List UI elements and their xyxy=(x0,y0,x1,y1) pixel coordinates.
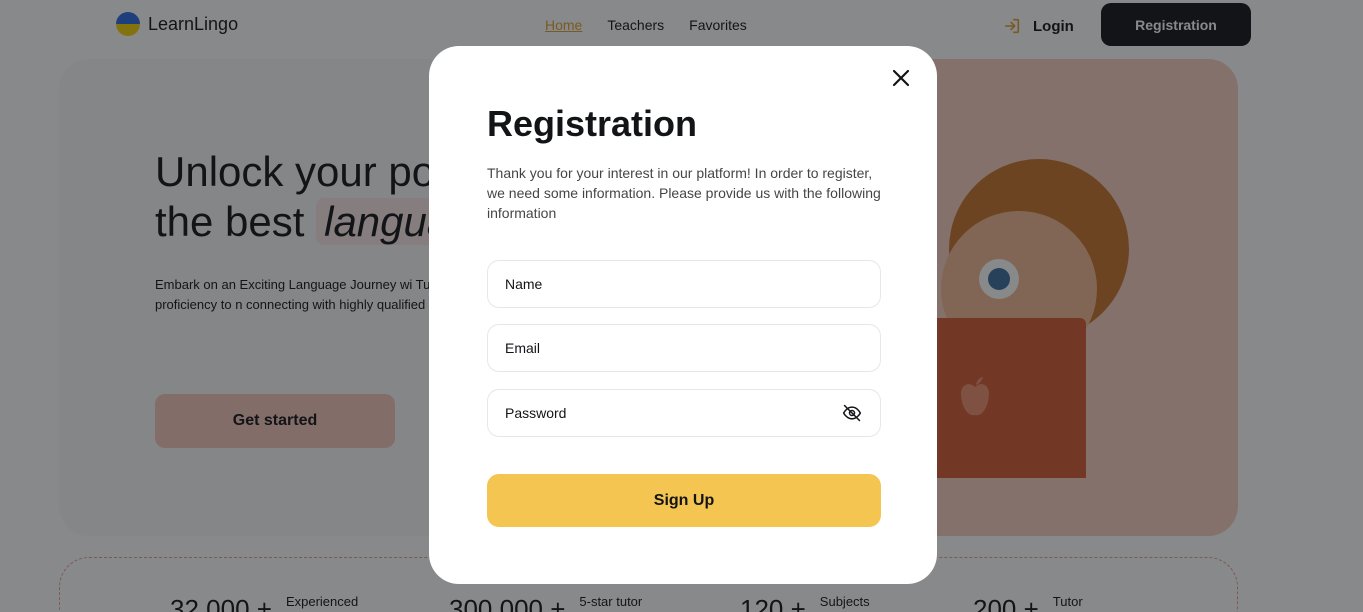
name-input[interactable] xyxy=(488,261,880,307)
password-field xyxy=(487,389,881,437)
registration-modal: Registration Thank you for your interest… xyxy=(429,46,937,584)
modal-title: Registration xyxy=(487,103,698,144)
sign-up-button[interactable]: Sign Up xyxy=(487,474,881,527)
eye-off-icon[interactable] xyxy=(842,403,862,423)
name-field xyxy=(487,260,881,308)
close-icon[interactable] xyxy=(889,66,913,90)
email-input[interactable] xyxy=(488,325,880,371)
password-input[interactable] xyxy=(488,390,880,436)
email-field xyxy=(487,324,881,372)
modal-description: Thank you for your interest in our platf… xyxy=(487,165,881,221)
